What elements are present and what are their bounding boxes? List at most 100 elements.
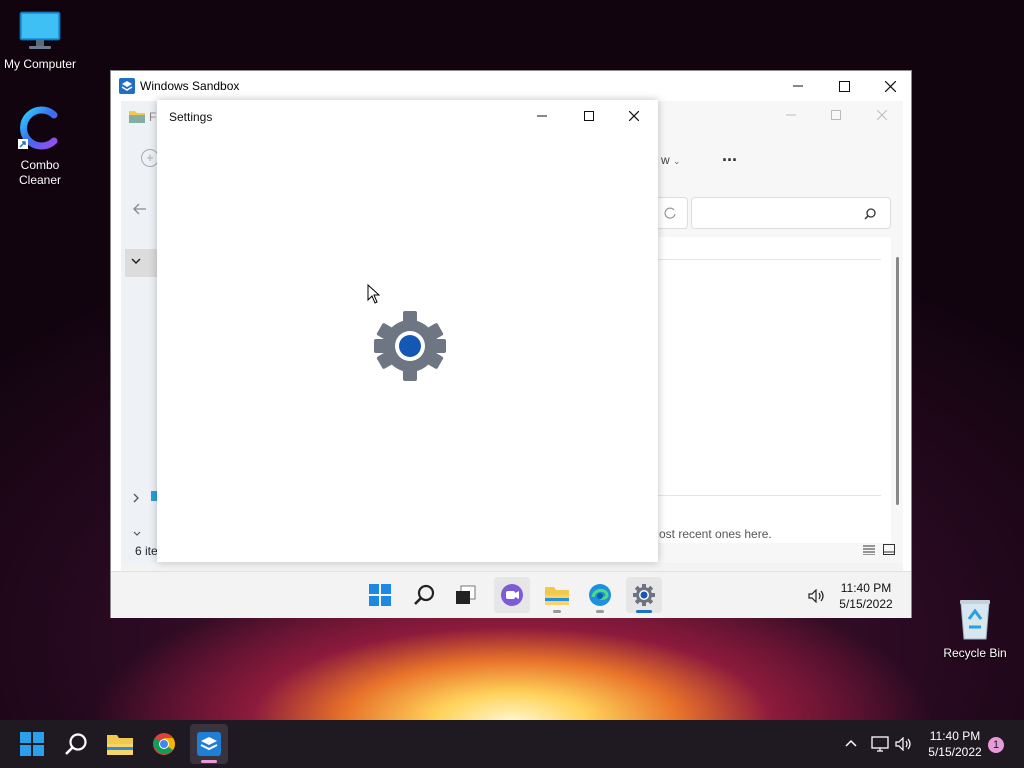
chrome-button[interactable] <box>146 726 182 762</box>
recycle-bin-icon <box>960 600 990 640</box>
file-explorer-icon <box>107 735 133 755</box>
gear-icon <box>374 311 446 381</box>
close-icon <box>884 80 896 92</box>
close-button[interactable] <box>876 109 888 123</box>
active-indicator <box>636 610 652 613</box>
search-icon <box>65 733 87 755</box>
search-button[interactable] <box>58 726 94 762</box>
tiles-view-icon[interactable] <box>883 544 895 555</box>
running-indicator <box>596 610 604 613</box>
sandbox-title-bar[interactable]: Windows Sandbox <box>111 71 911 101</box>
file-explorer-button[interactable] <box>102 726 138 762</box>
search-input[interactable] <box>691 197 891 229</box>
taskbar: 11:40 PM 5/15/2022 1 <box>0 720 1024 768</box>
search-icon <box>864 208 876 220</box>
file-explorer-button[interactable] <box>539 577 575 613</box>
maximize-button[interactable] <box>821 71 867 101</box>
chrome-icon <box>153 733 175 755</box>
refresh-icon <box>664 207 676 219</box>
network-icon[interactable] <box>871 736 889 752</box>
search-icon <box>414 584 435 605</box>
back-button[interactable] <box>133 203 147 218</box>
settings-button[interactable] <box>626 577 662 613</box>
maximize-button[interactable] <box>574 100 604 132</box>
maximize-icon <box>584 111 594 121</box>
sandbox-taskbar: 11:40 PM 5/15/2022 <box>111 571 911 618</box>
chat-icon <box>501 584 523 606</box>
minimize-button[interactable] <box>775 71 821 101</box>
start-icon <box>369 584 391 606</box>
start-button[interactable] <box>14 726 50 762</box>
empty-hint: ost recent ones here. <box>659 527 772 541</box>
running-indicator <box>553 610 561 613</box>
status-item-count: 6 ite <box>135 544 158 558</box>
desktop-icon-label: Recycle Bin <box>943 646 1007 660</box>
refresh-button[interactable] <box>658 197 688 229</box>
arrow-left-icon <box>133 203 146 215</box>
details-view-icon[interactable] <box>863 545 875 555</box>
maximize-icon <box>838 80 850 92</box>
start-button[interactable] <box>362 577 398 613</box>
volume-icon[interactable] <box>808 589 826 603</box>
divider <box>658 495 881 496</box>
file-list-pane <box>658 237 891 543</box>
file-explorer-icon <box>545 587 569 605</box>
active-indicator <box>201 760 217 763</box>
sandbox-icon <box>197 732 221 756</box>
chevron-down-icon <box>131 258 141 265</box>
desktop-icon-combo-cleaner[interactable]: Combo Cleaner <box>0 103 80 188</box>
clock[interactable]: 11:40 PM 5/15/2022 <box>922 728 988 760</box>
clock[interactable]: 11:40 PM 5/15/2022 <box>836 580 896 612</box>
minimize-icon <box>537 115 547 117</box>
clock-time: 11:40 PM <box>929 729 981 743</box>
view-menu[interactable]: w ⌄ <box>661 153 681 167</box>
clock-date: 5/15/2022 <box>928 745 982 759</box>
chevron-down-icon[interactable] <box>133 531 141 537</box>
monitor-icon <box>19 11 61 49</box>
chat-button[interactable] <box>494 577 530 613</box>
edge-icon <box>589 584 611 606</box>
desktop-icon-recycle-bin[interactable]: Recycle Bin <box>935 597 1015 661</box>
task-view-button[interactable] <box>448 577 484 613</box>
close-button[interactable] <box>867 71 913 101</box>
chevron-up-icon[interactable] <box>845 739 857 747</box>
chevron-down-icon: ⌄ <box>673 156 681 166</box>
window-title: Settings <box>169 110 213 124</box>
window-title: Windows Sandbox <box>140 79 240 93</box>
settings-window: Settings <box>157 100 658 562</box>
close-icon <box>629 111 639 121</box>
scrollbar[interactable] <box>896 257 899 505</box>
clock-time: 11:40 PM <box>840 581 892 595</box>
maximize-button[interactable] <box>831 109 841 123</box>
minimize-button[interactable] <box>786 109 796 123</box>
notification-badge[interactable]: 1 <box>988 737 1004 753</box>
more-options-button[interactable]: ... <box>722 145 737 166</box>
minimize-icon <box>793 85 803 87</box>
notification-count: 1 <box>992 739 1000 751</box>
start-icon <box>20 732 44 756</box>
chevron-right-icon[interactable] <box>133 493 140 503</box>
nav-expand-quick-access[interactable] <box>125 249 157 277</box>
volume-icon[interactable] <box>895 737 913 751</box>
sandbox-icon <box>119 78 135 94</box>
view-label: w <box>661 153 670 167</box>
settings-title-bar[interactable]: Settings <box>157 100 658 132</box>
desktop-icon-label: My Computer <box>3 57 77 71</box>
folder-icon <box>129 111 145 123</box>
desktop-icon-my-computer[interactable]: My Computer <box>0 10 80 72</box>
close-button[interactable] <box>619 100 649 132</box>
settings-icon <box>633 584 655 606</box>
minimize-icon <box>786 114 796 116</box>
mouse-cursor-icon <box>367 284 380 304</box>
close-icon <box>876 109 888 121</box>
clock-date: 5/15/2022 <box>839 597 893 611</box>
edge-button[interactable] <box>582 577 618 613</box>
divider <box>658 259 881 260</box>
search-button[interactable] <box>406 577 442 613</box>
combo-cleaner-icon <box>18 106 58 150</box>
maximize-icon <box>831 110 841 120</box>
sandbox-taskbar-button[interactable] <box>190 724 228 764</box>
task-view-icon <box>456 585 476 604</box>
minimize-button[interactable] <box>527 100 557 132</box>
desktop-icon-label: Combo Cleaner <box>18 158 62 187</box>
